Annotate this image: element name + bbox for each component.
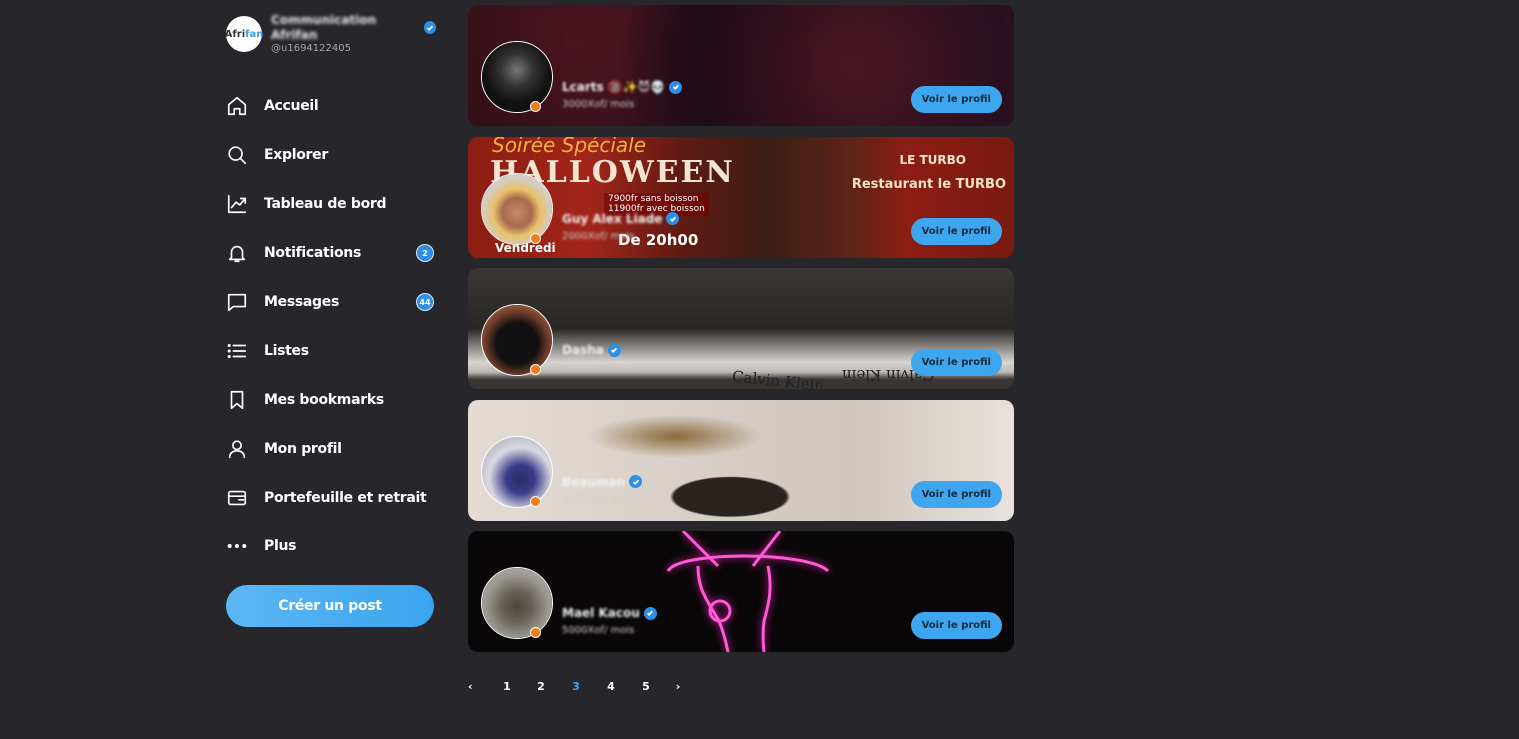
creator-name: Beauman: [562, 474, 626, 489]
subscription-price: 2000Xof/ mois: [562, 230, 635, 242]
verified-icon: [669, 80, 683, 94]
pagination-next[interactable]: ›: [671, 680, 685, 693]
creator-avatar[interactable]: [481, 304, 553, 377]
creator-name: Lcarts 🔞✨😈💀: [562, 80, 666, 94]
nav-label: Mes bookmarks: [264, 391, 384, 408]
nav-item-notifications[interactable]: Notifications 2: [226, 229, 436, 278]
chart-icon: [226, 193, 248, 215]
view-profile-button[interactable]: Voir le profil: [910, 612, 1002, 640]
account-handle: @u1694122405: [271, 42, 351, 54]
pagination: ‹ 1 2 3 4 5 ›: [468, 680, 685, 693]
logo-text-afri: Afri: [224, 28, 246, 40]
creator-avatar[interactable]: [481, 172, 553, 245]
more-icon: [226, 535, 248, 557]
nav-label: Accueil: [264, 98, 319, 115]
subscription-price: 5000Xof/ mois: [562, 625, 635, 637]
page-link-5[interactable]: 5: [638, 680, 654, 693]
verified-icon: [423, 21, 436, 35]
account-name: Communication Afrifan: [271, 12, 377, 42]
main-nav: Accueil Explorer Tableau de bord Notific…: [226, 82, 436, 571]
nav-label: Plus: [264, 538, 297, 555]
creator-avatar[interactable]: [481, 435, 553, 508]
notifications-badge: 2: [416, 244, 434, 263]
creator-name: Dasha: [562, 343, 604, 358]
wallet-icon: [226, 487, 248, 509]
nav-item-explorer[interactable]: Explorer: [226, 131, 436, 180]
nav-label: Explorer: [264, 147, 328, 164]
account-avatar[interactable]: Afri fan: [224, 16, 264, 52]
nav-item-mon-profil[interactable]: Mon profil: [226, 424, 436, 473]
verified-icon: [629, 475, 643, 489]
logo-text-fan: fan: [245, 28, 264, 40]
banner-restaurant: Restaurant le TURBO: [851, 176, 1006, 192]
view-profile-button[interactable]: Voir le profil: [910, 480, 1002, 508]
online-status-dot: [530, 495, 541, 507]
subscription-price: 3000Xof/ mois: [562, 362, 635, 374]
create-post-button[interactable]: Créer un post: [226, 584, 434, 627]
creator-name: Mael Kacou: [562, 606, 640, 621]
bell-icon: [226, 242, 248, 264]
creator-card[interactable]: Soirée Spéciale HALLOWEEN 7900fr sans bo…: [468, 136, 1014, 258]
user-icon: [226, 438, 248, 460]
online-status-dot: [530, 101, 541, 112]
page-link-2[interactable]: 2: [533, 680, 549, 693]
subscription-price: 3000Xof/ mois: [562, 99, 635, 110]
banner-script-text: Soirée Spéciale: [492, 136, 647, 157]
page-link-3-current[interactable]: 3: [568, 680, 584, 693]
online-status-dot: [530, 232, 541, 244]
creator-card[interactable]: Calvin Klein Calvin Klein Dasha 3000Xof/…: [468, 268, 1014, 390]
nav-item-listes[interactable]: Listes: [226, 326, 436, 375]
message-icon: [226, 291, 248, 313]
nav-item-portefeuille[interactable]: Portefeuille et retrait: [226, 473, 436, 522]
pagination-prev[interactable]: ‹: [468, 680, 482, 693]
view-profile-button[interactable]: Voir le profil: [910, 349, 1002, 377]
nav-label: Mon profil: [264, 440, 342, 457]
creator-list: Lcarts 🔞✨😈💀 3000Xof/ mois Voir le profil…: [468, 5, 1014, 663]
nav-label: Portefeuille et retrait: [264, 489, 427, 506]
nav-item-mes-bookmarks[interactable]: Mes bookmarks: [226, 375, 436, 424]
home-icon: [226, 95, 248, 117]
list-icon: [226, 340, 248, 362]
nav-item-messages[interactable]: Messages 44: [226, 278, 436, 327]
account-header[interactable]: Afri fan Communication Afrifan @u16941224…: [224, 12, 436, 54]
nav-label: Listes: [264, 342, 309, 359]
bookmark-icon: [226, 389, 248, 411]
subscription-price: 2000Xof/ mois: [562, 493, 635, 505]
search-icon: [226, 144, 248, 166]
verified-icon: [666, 212, 680, 226]
nav-label: Notifications: [264, 245, 361, 262]
creator-card[interactable]: Mael Kacou 5000Xof/ mois Voir le profil: [468, 531, 1014, 653]
nav-item-accueil[interactable]: Accueil: [226, 82, 436, 131]
creator-name: Guy Alex Liade: [562, 211, 663, 226]
creator-card[interactable]: Beauman 2000Xof/ mois Voir le profil: [468, 399, 1014, 521]
verified-icon: [607, 343, 621, 357]
creator-avatar[interactable]: [481, 567, 553, 640]
view-profile-button[interactable]: Voir le profil: [910, 217, 1002, 245]
messages-badge: 44: [416, 293, 434, 311]
nav-label: Messages: [264, 294, 339, 310]
creator-avatar[interactable]: [481, 41, 553, 113]
banner-turbo-logo: LE TURBO: [899, 152, 966, 167]
verified-icon: [643, 606, 657, 620]
creator-card[interactable]: Lcarts 🔞✨😈💀 3000Xof/ mois Voir le profil: [468, 5, 1014, 126]
sidebar: Afri fan Communication Afrifan @u16941224…: [224, 12, 436, 627]
nav-item-tableau-de-bord[interactable]: Tableau de bord: [226, 180, 436, 229]
page-link-1[interactable]: 1: [499, 680, 515, 693]
nav-label: Tableau de bord: [264, 196, 387, 213]
nav-item-plus[interactable]: Plus: [226, 522, 436, 571]
page-link-4[interactable]: 4: [603, 680, 619, 693]
view-profile-button[interactable]: Voir le profil: [910, 86, 1002, 113]
